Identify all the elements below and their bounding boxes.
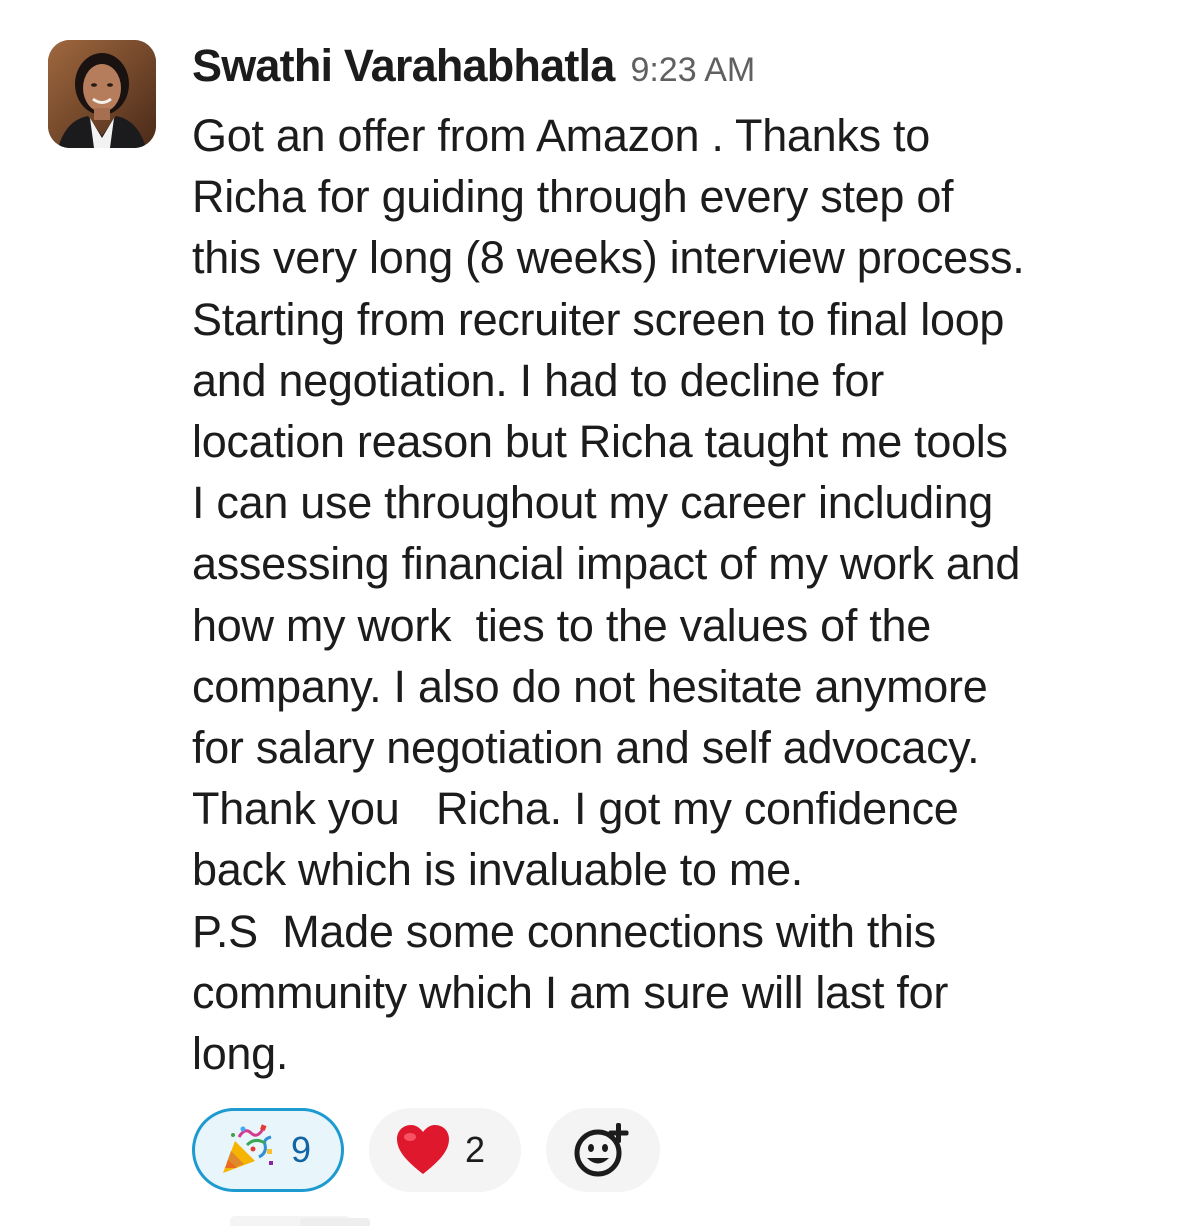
message-line: how my work ties to the values of the: [192, 599, 931, 651]
party-popper-icon: [217, 1121, 275, 1179]
message-body: Got an offer from Amazon . Thanks to Ric…: [192, 105, 1152, 1084]
message-line: P.S Made some connections with this: [192, 905, 936, 957]
message-line: Richa for guiding through every step of: [192, 171, 954, 223]
add-reaction-button[interactable]: [546, 1108, 660, 1192]
message-line: long.: [192, 1028, 289, 1080]
reaction-count: 2: [465, 1129, 486, 1170]
reaction-party-popper-button[interactable]: 9: [192, 1108, 344, 1192]
next-message-edge: [300, 1218, 370, 1226]
message-line: back which is invaluable to me.: [192, 844, 804, 896]
message-line: assessing financial impact of my work an…: [192, 538, 1021, 590]
message: Swathi Varahabhatla 9:23 AM Got an offer…: [192, 40, 1152, 1084]
reaction-heart-button[interactable]: 2: [369, 1108, 521, 1192]
message-header: Swathi Varahabhatla 9:23 AM: [192, 40, 1152, 102]
message-line: community which I am sure will last for: [192, 966, 949, 1018]
message-line: for salary negotiation and self advocacy…: [192, 722, 980, 774]
message-line: I can use throughout my career including: [192, 477, 993, 529]
message-line: location reason but Richa taught me tool…: [192, 416, 1008, 468]
author-name[interactable]: Swathi Varahabhatla: [192, 40, 615, 92]
add-emoji-icon: [572, 1119, 634, 1181]
red-heart-icon: [395, 1124, 451, 1176]
avatar[interactable]: [48, 40, 156, 148]
message-line: company. I also do not hesitate anymore: [192, 660, 988, 712]
message-line: Thank you Richa. I got my confidence: [192, 783, 959, 835]
message-line: Got an offer from Amazon . Thanks to: [192, 110, 930, 161]
message-line: and negotiation. I had to decline for: [192, 354, 884, 406]
message-timestamp[interactable]: 9:23 AM: [630, 51, 755, 90]
reactions-bar: 9 2: [192, 1108, 660, 1192]
reaction-count: 9: [291, 1129, 312, 1170]
message-line: Starting from recruiter screen to final …: [192, 293, 1005, 345]
message-line: this very long (8 weeks) interview proce…: [192, 232, 1025, 284]
